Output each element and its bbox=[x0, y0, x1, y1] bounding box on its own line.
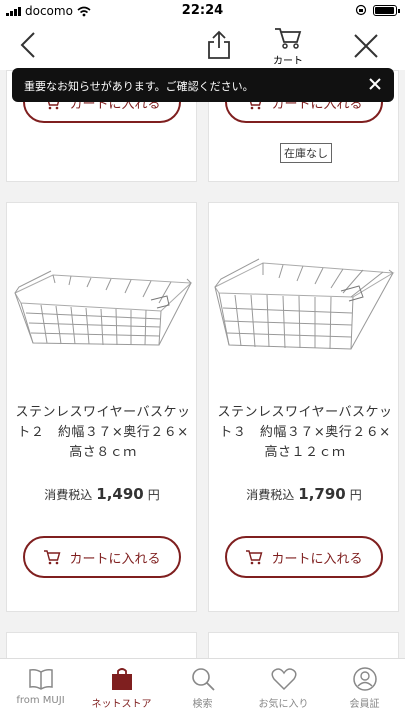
price-prefix: 消費税込 bbox=[44, 488, 93, 502]
out-of-stock-badge: 在庫なし bbox=[280, 143, 332, 163]
toast-close-icon[interactable] bbox=[368, 77, 382, 91]
add-to-cart-label: カートに入れる bbox=[271, 551, 363, 567]
product-price: 消費税込 1,490 円 bbox=[7, 485, 197, 503]
product-title[interactable]: ステンレスワイヤーバスケッ ト３ 約幅３７×奥行２６× 高さ１２ｃｍ bbox=[215, 403, 395, 463]
product-title-line: ト３ 約幅３７×奥行２６× bbox=[219, 425, 391, 440]
notice-toast[interactable]: 重要なお知らせがあります。ご確認ください。 bbox=[12, 68, 394, 102]
member-card-icon bbox=[352, 667, 377, 691]
price-value: 1,490 bbox=[96, 485, 144, 503]
cart-icon bbox=[44, 550, 61, 565]
product-title-line: ト２ 約幅３７×奥行２６× bbox=[17, 425, 189, 440]
add-to-cart-button[interactable]: カートに入れる bbox=[23, 536, 181, 578]
cart-label: カート bbox=[273, 56, 303, 67]
shopping-bag-icon bbox=[111, 668, 132, 690]
cart-icon bbox=[246, 550, 263, 565]
tab-member-card[interactable]: 会員証 bbox=[324, 667, 405, 710]
book-icon bbox=[28, 669, 53, 690]
add-to-cart-label: カートに入れる bbox=[69, 551, 161, 567]
tab-search[interactable]: 検索 bbox=[162, 667, 243, 710]
tab-from-muji[interactable]: from MUJI bbox=[0, 667, 81, 706]
wire-basket-image[interactable] bbox=[213, 253, 397, 353]
search-icon bbox=[191, 668, 215, 691]
cart-icon bbox=[275, 28, 302, 49]
battery-icon bbox=[373, 4, 400, 16]
clock: 22:24 bbox=[181, 3, 224, 18]
price-value: 1,790 bbox=[298, 485, 346, 503]
tab-label: ネットストア bbox=[91, 699, 152, 710]
rotation-lock-icon bbox=[355, 4, 367, 16]
tab-label: 検索 bbox=[192, 699, 213, 710]
heart-icon bbox=[271, 668, 296, 691]
product-card[interactable]: ステンレスワイヤーバスケッ ト２ 約幅３７×奥行２６× 高さ８ｃｍ 消費税込 1,… bbox=[6, 202, 197, 612]
product-title-line: ステンレスワイヤーバスケッ bbox=[217, 405, 393, 420]
share-icon[interactable] bbox=[205, 30, 233, 60]
product-title[interactable]: ステンレスワイヤーバスケッ ト２ 約幅３７×奥行２６× 高さ８ｃｍ bbox=[13, 403, 193, 463]
add-to-cart-button[interactable]: カートに入れる bbox=[225, 536, 383, 578]
status-bar: docomo 22:24 bbox=[0, 0, 405, 22]
toast-message: 重要なお知らせがあります。ご確認ください。 bbox=[24, 80, 254, 93]
tab-label: from MUJI bbox=[16, 695, 65, 706]
tab-label: お気に入り bbox=[258, 699, 309, 710]
price-currency: 円 bbox=[349, 488, 362, 502]
tab-favorites[interactable]: お気に入り bbox=[243, 667, 324, 710]
tab-net-store[interactable]: ネットストア bbox=[81, 667, 162, 710]
bottom-tab-bar: from MUJI ネットストア 検索 お気に入り 会員証 bbox=[0, 658, 405, 720]
product-price: 消費税込 1,790 円 bbox=[209, 485, 399, 503]
nav-bar: カート bbox=[0, 22, 405, 70]
back-chevron-icon[interactable] bbox=[14, 30, 44, 60]
product-title-line: ステンレスワイヤーバスケッ bbox=[15, 405, 191, 420]
close-icon[interactable] bbox=[352, 32, 380, 60]
product-card[interactable]: ステンレスワイヤーバスケッ ト３ 約幅３７×奥行２６× 高さ１２ｃｍ 消費税込 1… bbox=[208, 202, 399, 612]
tab-label: 会員証 bbox=[349, 699, 380, 710]
price-currency: 円 bbox=[147, 488, 160, 502]
product-title-line: 高さ８ｃｍ bbox=[69, 445, 137, 460]
wire-basket-image[interactable] bbox=[11, 253, 195, 353]
cart-button[interactable]: カート bbox=[270, 26, 306, 67]
price-prefix: 消費税込 bbox=[246, 488, 295, 502]
product-title-line: 高さ１２ｃｍ bbox=[264, 445, 346, 460]
